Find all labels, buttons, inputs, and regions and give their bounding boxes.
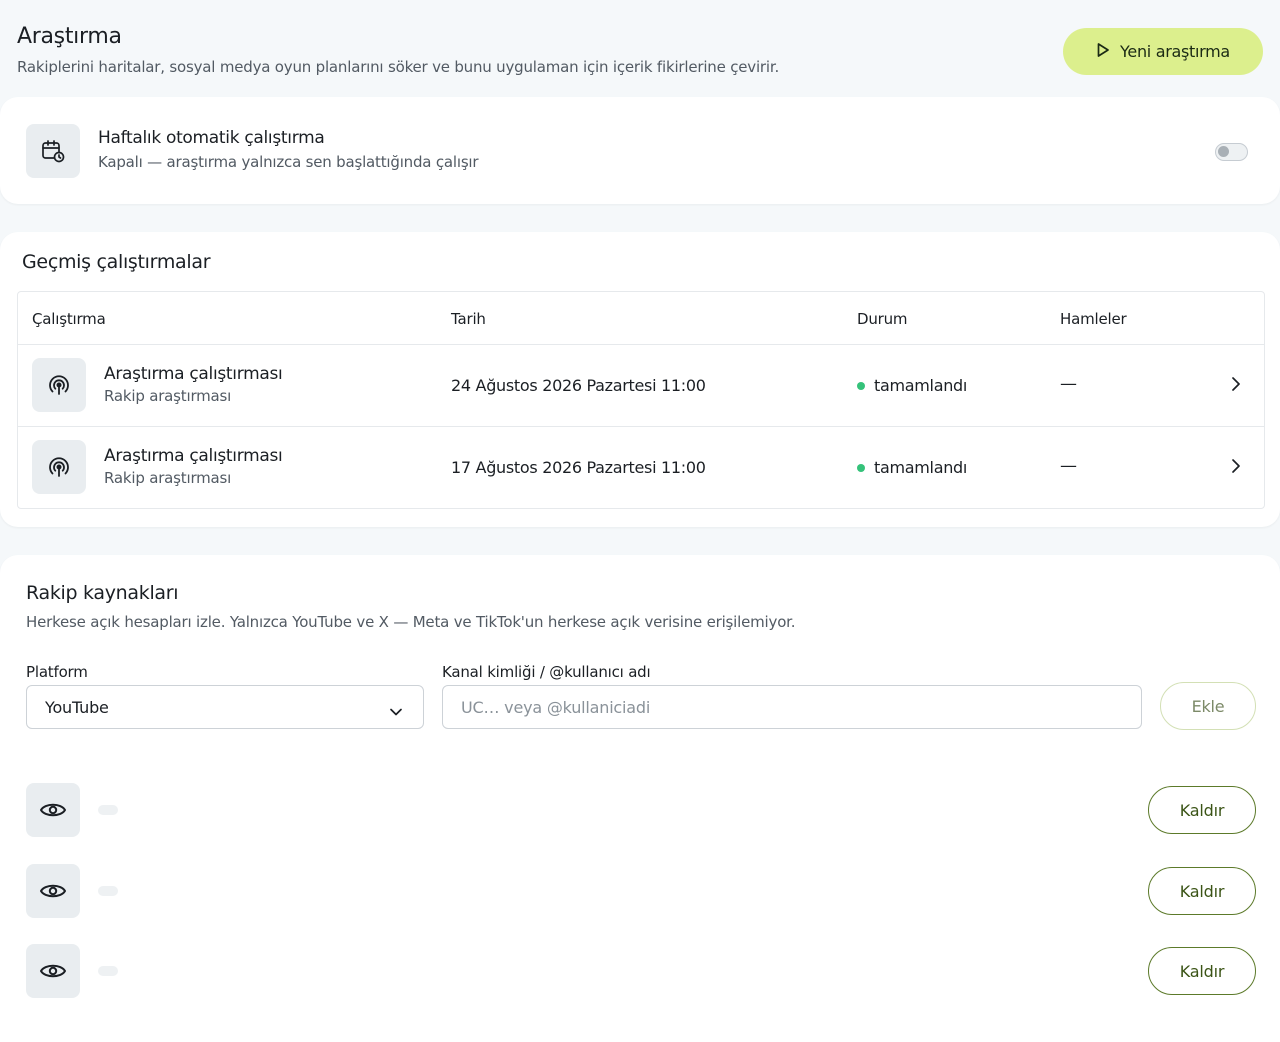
run-name: Araştırma çalıştırması xyxy=(104,446,283,466)
radar-icon xyxy=(32,440,86,494)
column-header-status: Durum xyxy=(857,310,908,328)
sources-card: Rakip kaynakları Herkese açık hesapları … xyxy=(0,555,1280,1042)
channel-input[interactable] xyxy=(442,685,1142,729)
history-table: Çalıştırma Tarih Durum Hamleler Araştırm… xyxy=(17,291,1265,509)
page-subtitle: Rakiplerini haritalar, sosyal medya oyun… xyxy=(17,58,780,76)
chevron-right-icon[interactable] xyxy=(1231,458,1241,478)
radar-icon xyxy=(32,358,86,412)
source-name-placeholder xyxy=(98,886,118,896)
platform-select[interactable]: YouTube xyxy=(26,685,424,729)
status-text: tamamlandı xyxy=(874,376,968,395)
auto-run-subtitle: Kapalı — araştırma yalnızca sen başlattı… xyxy=(98,153,479,171)
table-row[interactable]: Araştırma çalıştırması Rakip araştırması… xyxy=(18,344,1264,426)
eye-icon xyxy=(26,864,80,918)
status-dot xyxy=(857,381,865,390)
run-date: 17 Ağustos 2026 Pazartesi 11:00 xyxy=(451,458,706,477)
add-source-button[interactable]: Ekle xyxy=(1160,682,1256,730)
eye-icon xyxy=(26,783,80,837)
chevron-right-icon[interactable] xyxy=(1231,376,1241,396)
auto-run-title: Haftalık otomatik çalıştırma xyxy=(98,128,325,148)
status-dot xyxy=(857,463,865,472)
auto-run-toggle[interactable] xyxy=(1215,143,1248,161)
run-moves: — xyxy=(1060,456,1077,476)
run-date: 24 Ağustos 2026 Pazartesi 11:00 xyxy=(451,376,706,395)
calendar-clock-icon xyxy=(26,124,80,178)
history-card: Geçmiş çalıştırmalar Çalıştırma Tarih Du… xyxy=(0,232,1280,527)
run-name: Araştırma çalıştırması xyxy=(104,364,283,384)
remove-source-button[interactable]: Kaldır xyxy=(1148,867,1256,915)
table-row[interactable]: Araştırma çalıştırması Rakip araştırması… xyxy=(18,426,1264,508)
column-header-moves: Hamleler xyxy=(1060,310,1127,328)
auto-run-card: Haftalık otomatik çalıştırma Kapalı — ar… xyxy=(0,97,1280,204)
platform-label: Platform xyxy=(26,663,88,681)
list-item: Kaldır xyxy=(0,783,1280,843)
remove-source-button[interactable]: Kaldır xyxy=(1148,947,1256,995)
list-item: Kaldır xyxy=(0,944,1280,1004)
status-badge: tamamlandı xyxy=(857,376,967,395)
status-text: tamamlandı xyxy=(874,458,968,477)
eye-icon xyxy=(26,944,80,998)
toggle-knob xyxy=(1218,146,1229,157)
sources-title: Rakip kaynakları xyxy=(26,582,179,604)
run-subtitle: Rakip araştırması xyxy=(104,387,232,405)
column-header-date: Tarih xyxy=(451,310,486,328)
remove-source-button[interactable]: Kaldır xyxy=(1148,786,1256,834)
history-title: Geçmiş çalıştırmalar xyxy=(22,251,211,273)
new-research-button[interactable]: Yeni araştırma xyxy=(1063,28,1263,75)
source-name-placeholder xyxy=(98,805,118,815)
page-title: Araştırma xyxy=(17,24,122,49)
status-badge: tamamlandı xyxy=(857,458,967,477)
new-research-label: Yeni araştırma xyxy=(1120,42,1230,61)
run-subtitle: Rakip araştırması xyxy=(104,469,232,487)
sources-subtitle: Herkese açık hesapları izle. Yalnızca Yo… xyxy=(26,613,796,631)
page-header: Araştırma Rakiplerini haritalar, sosyal … xyxy=(17,22,1263,84)
channel-label: Kanal kimliği / @kullanıcı adı xyxy=(442,663,651,681)
run-moves: — xyxy=(1060,374,1077,394)
column-header-run: Çalıştırma xyxy=(32,310,106,328)
source-name-placeholder xyxy=(98,966,118,976)
play-icon xyxy=(1096,42,1110,62)
platform-select-value: YouTube xyxy=(45,698,109,717)
chevron-down-icon xyxy=(389,702,403,721)
list-item: Kaldır xyxy=(0,864,1280,924)
